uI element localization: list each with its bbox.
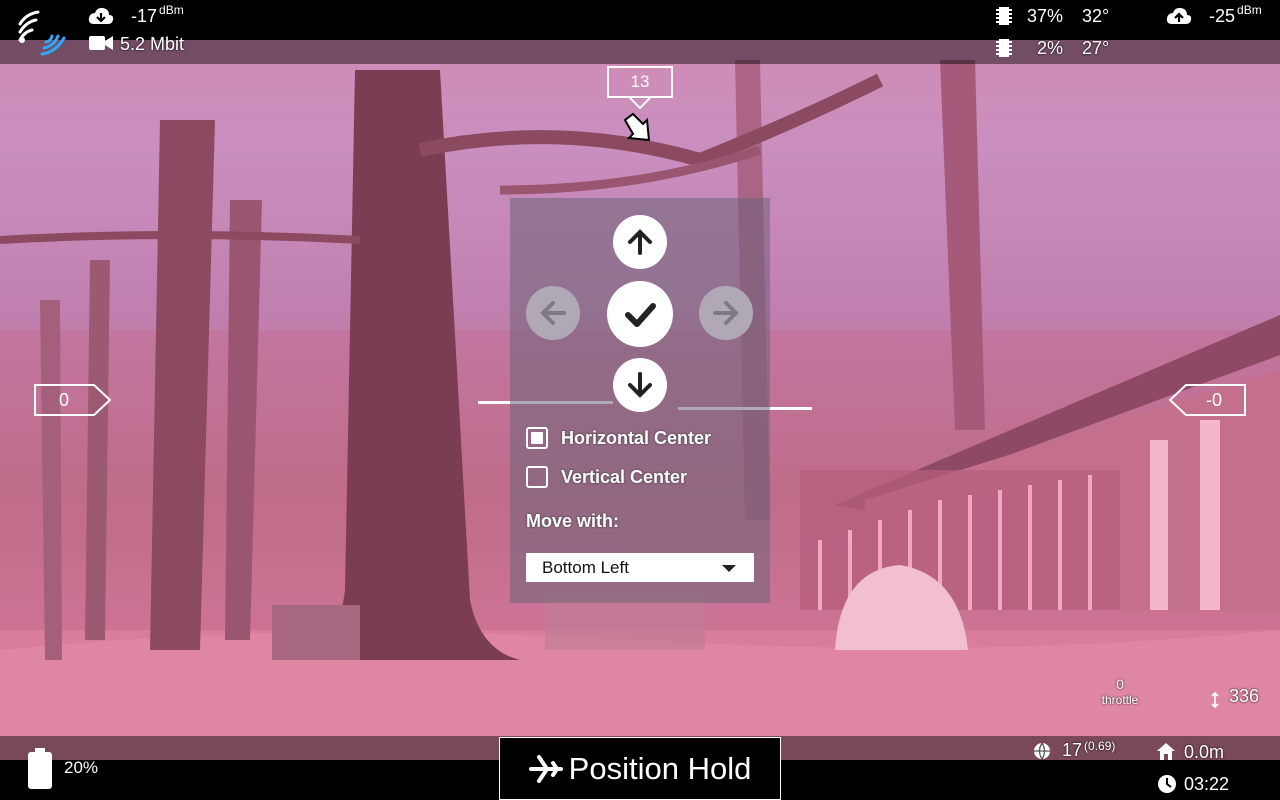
horizontal-center-option[interactable]: Horizontal Center <box>526 427 711 449</box>
flight-mode-label: Position Hold <box>568 750 752 786</box>
rssi-readout: -17 dBm <box>131 3 184 28</box>
home-distance: 0.0m <box>1184 742 1225 762</box>
cpu1-temp: 32° <box>1082 6 1110 26</box>
arrow-down-icon <box>628 372 652 398</box>
cpu2-load: 2% <box>1037 38 1064 58</box>
flight-mode-display[interactable]: Position Hold <box>499 737 781 800</box>
cpu-chip-icon <box>996 6 1012 31</box>
wifi-signal-icon <box>16 8 70 67</box>
cloud-download-icon <box>88 6 114 31</box>
move-with-label: Move with: <box>526 511 619 531</box>
move-left-button[interactable] <box>526 286 580 340</box>
hdop-value: (0.69) <box>1084 739 1116 753</box>
vertical-arrows-icon <box>1210 691 1220 713</box>
move-down-button[interactable] <box>613 358 667 412</box>
arrow-up-icon <box>628 229 652 255</box>
video-bitrate: 5.2 Mbit <box>120 34 185 54</box>
horizontal-center-checkbox[interactable] <box>526 427 548 449</box>
flight-time: 03:22 <box>1184 774 1230 794</box>
checkmark-icon <box>625 303 656 327</box>
battery-icon <box>27 748 53 795</box>
home-icon <box>1155 741 1177 766</box>
home-direction-arrow-icon <box>621 110 655 149</box>
satellite-readout: 17 (0.69) <box>1062 739 1116 762</box>
heading-indicator: 13 <box>607 66 673 98</box>
chevron-down-icon <box>722 565 736 572</box>
vertical-center-label: Vertical Center <box>561 466 688 487</box>
airplane-icon <box>528 754 563 783</box>
battery-percent: 20% <box>64 758 99 777</box>
rssi-unit: dBm <box>159 3 184 17</box>
cpu-chip-icon <box>996 38 1012 63</box>
speed-value: 0 <box>58 390 69 410</box>
rssi-value: -17 <box>131 6 158 26</box>
clock-icon <box>1157 774 1177 799</box>
arrow-right-icon <box>713 301 739 325</box>
throttle-label: throttle <box>1101 693 1139 707</box>
arrow-left-icon <box>540 301 566 325</box>
confirm-button[interactable] <box>607 281 673 347</box>
vertical-center-option[interactable]: Vertical Center <box>526 466 687 488</box>
uplink-rssi-value: -25 <box>1209 6 1236 26</box>
video-camera-icon <box>88 34 114 57</box>
globe-icon <box>1033 742 1051 765</box>
move-with-selected-value: Bottom Left <box>542 558 629 577</box>
cpu1-load: 37% <box>1027 6 1064 26</box>
altitude-value: 336 <box>1229 686 1260 706</box>
altitude-ladder: -0 <box>1168 384 1246 416</box>
throttle-value: 0 <box>1116 676 1124 692</box>
satellite-count: 17 <box>1062 740 1083 760</box>
uplink-rssi-readout: -25 dBm <box>1209 3 1262 28</box>
move-right-button[interactable] <box>699 286 753 340</box>
uplink-rssi-unit: dBm <box>1237 3 1262 17</box>
cpu2-temp: 27° <box>1082 38 1110 58</box>
horizontal-center-label: Horizontal Center <box>561 427 712 448</box>
move-with-dropdown[interactable]: Bottom Left <box>526 553 754 582</box>
cloud-upload-icon <box>1166 6 1192 31</box>
altitude-ladder-value: -0 <box>1205 390 1222 410</box>
move-up-button[interactable] <box>613 215 667 269</box>
speed-ladder: 0 <box>34 384 112 416</box>
vertical-center-checkbox[interactable] <box>526 466 548 488</box>
